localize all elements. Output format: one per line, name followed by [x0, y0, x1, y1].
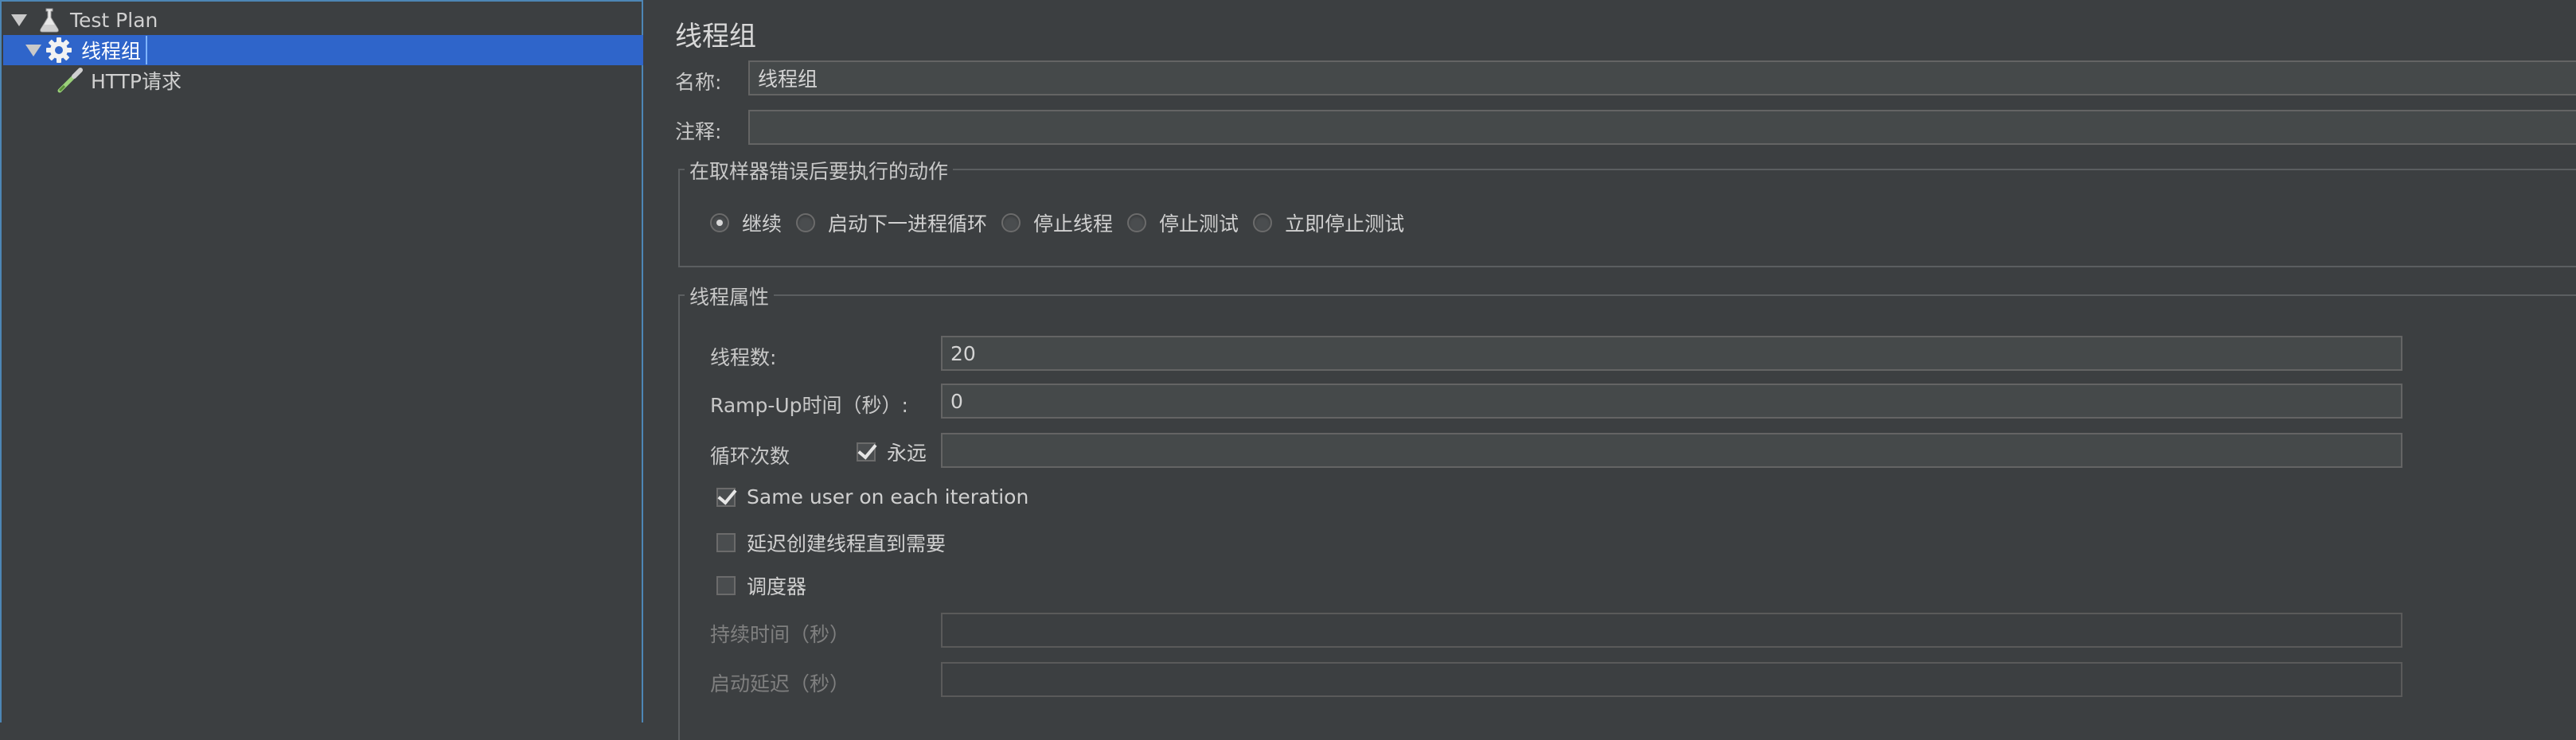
duration-input[interactable]: [941, 613, 2402, 648]
delay-thread-creation-label: 延迟创建线程直到需要: [747, 532, 946, 555]
radio-dot-icon: [796, 213, 816, 232]
startup-delay-input[interactable]: [941, 662, 2402, 697]
page-title: 线程组: [675, 21, 756, 53]
radio-dot-icon: [1127, 213, 1147, 232]
error-action-radio-group: 继续 启动下一进程循环 停止线程 停止测试 立即停止测试: [710, 208, 1419, 237]
radio-label: 停止测试: [1159, 212, 1239, 236]
same-user-label: Same user on each iteration: [747, 485, 1029, 508]
tree-node-http-request[interactable]: HTTP请求: [2, 65, 181, 95]
radio-label: 停止线程: [1033, 212, 1114, 236]
checkbox-icon: [716, 576, 736, 595]
radio-dot-icon: [1253, 213, 1273, 232]
test-plan-tree: Test Plan 线程组 HTTP请求: [0, 0, 643, 722]
rampup-label: Ramp-Up时间（秒）:: [710, 394, 908, 417]
radio-dot-icon: [1001, 213, 1021, 232]
name-input[interactable]: [748, 60, 2576, 95]
checkbox-icon: [716, 487, 736, 507]
loop-count-label: 循环次数: [710, 445, 790, 468]
radio-dot-icon: [710, 213, 729, 232]
scheduler-label: 调度器: [747, 575, 807, 598]
radio-label: 立即停止测试: [1285, 212, 1405, 236]
tree-node-test-plan[interactable]: Test Plan: [2, 5, 158, 35]
same-user-checkbox[interactable]: Same user on each iteration: [716, 485, 1028, 508]
tree-label-thread-group: 线程组: [78, 36, 148, 64]
scheduler-checkbox[interactable]: 调度器: [716, 571, 806, 600]
thread-group-form: 线程组 名称: 注释: 在取样器错误后要执行的动作 继续 启动下一进程循环 停止…: [646, 0, 2576, 740]
comment-input[interactable]: [748, 110, 2576, 145]
delay-thread-creation-checkbox[interactable]: 延迟创建线程直到需要: [716, 528, 946, 557]
error-action-title: 在取样器错误后要执行的动作: [685, 156, 954, 185]
duration-label: 持续时间（秒）: [710, 623, 850, 646]
tree-label-http-request: HTTP请求: [91, 70, 181, 93]
radio-stop-test-now[interactable]: 立即停止测试: [1253, 208, 1404, 237]
forever-checkbox[interactable]: 永远: [857, 438, 927, 466]
expand-arrow-icon[interactable]: [24, 41, 43, 60]
tree-label-test-plan: Test Plan: [70, 8, 158, 32]
checkbox-icon: [716, 533, 736, 552]
comment-label: 注释:: [675, 120, 722, 143]
test-plan-icon: [35, 6, 64, 34]
thread-properties-title: 线程属性: [685, 282, 775, 310]
radio-start-next-loop[interactable]: 启动下一进程循环: [796, 208, 987, 237]
startup-delay-label: 启动延迟（秒）: [710, 672, 850, 695]
pipette-icon: [56, 66, 84, 95]
gear-icon: [45, 36, 73, 64]
checkbox-icon: [857, 442, 876, 462]
radio-stop-thread[interactable]: 停止线程: [1001, 208, 1113, 237]
expand-arrow-icon[interactable]: [10, 10, 29, 29]
threads-input[interactable]: [941, 336, 2402, 371]
radio-label: 启动下一进程循环: [828, 212, 988, 236]
radio-stop-test[interactable]: 停止测试: [1127, 208, 1239, 237]
threads-label: 线程数:: [710, 346, 777, 369]
name-label: 名称:: [675, 71, 722, 94]
tree-node-thread-group[interactable]: 线程组: [3, 35, 643, 65]
rampup-input[interactable]: [941, 384, 2402, 419]
forever-label: 永远: [887, 442, 927, 465]
loop-count-input[interactable]: [941, 433, 2402, 468]
radio-continue[interactable]: 继续: [710, 208, 782, 237]
radio-label: 继续: [742, 212, 783, 236]
